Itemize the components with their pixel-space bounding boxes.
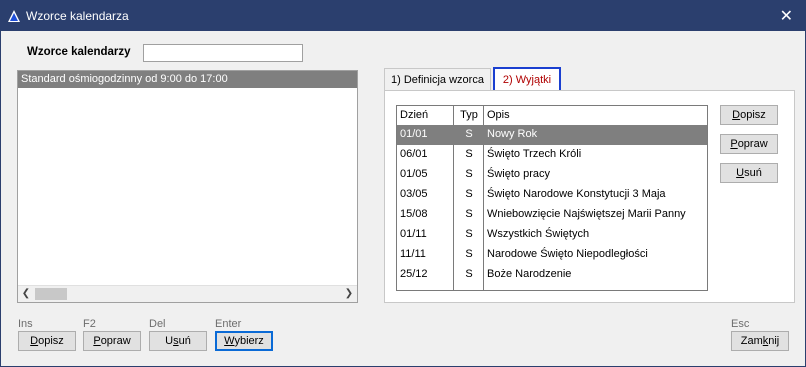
cell-description: Święto pracy — [487, 168, 550, 180]
exceptions-table[interactable]: Dzień Typ Opis 01/01 S Nowy Rok 06/01 S … — [396, 105, 708, 291]
cell-day: 15/08 — [400, 208, 428, 220]
add-exception-button[interactable]: Dopisz — [720, 105, 778, 125]
add-pattern-hotkey: D — [30, 335, 39, 347]
cell-type: S — [465, 188, 473, 200]
scrollbar-thumb[interactable] — [35, 288, 67, 300]
cell-type: S — [465, 268, 473, 280]
cell-description: Święto Trzech Króli — [487, 148, 582, 160]
select-pattern-hotkey: W — [224, 335, 235, 347]
delete-shortcut-hint: Del — [149, 318, 166, 330]
tab-exceptions[interactable]: 2) Wyjątki — [493, 67, 561, 92]
cell-day: 06/01 — [400, 148, 428, 160]
delete-exception-hotkey: U — [736, 167, 745, 179]
table-row[interactable]: 01/01 S Nowy Rok — [397, 125, 707, 145]
table-header: Dzień Typ Opis — [397, 106, 707, 125]
horizontal-scrollbar[interactable]: ❮ ❯ — [18, 285, 357, 302]
cell-description: Święto Narodowe Konstytucji 3 Maja — [487, 188, 666, 200]
cell-type: S — [465, 148, 473, 160]
table-row[interactable]: 06/01 S Święto Trzech Króli — [397, 145, 707, 165]
add-exception-label: opisz — [740, 109, 766, 121]
edit-shortcut-hint: F2 — [83, 318, 96, 330]
cell-type: S — [465, 228, 473, 240]
cell-day: 11/11 — [400, 248, 426, 260]
select-pattern-button[interactable]: Wybierz — [215, 331, 273, 351]
edit-pattern-hotkey: P — [93, 335, 101, 347]
table-row[interactable]: 11/11 S Narodowe Święto Niepodległości — [397, 245, 707, 265]
cell-day: 01/11 — [400, 228, 427, 240]
cell-description: Wniebowzięcie Najświętszej Marii Panny — [487, 208, 686, 220]
cell-description: Narodowe Święto Niepodległości — [487, 248, 648, 260]
edit-pattern-button[interactable]: Popraw — [83, 331, 141, 351]
close-label-start: Zam — [740, 335, 763, 347]
table-row[interactable]: 01/11 S Wszystkich Świętych — [397, 225, 707, 245]
table-row[interactable]: 03/05 S Święto Narodowe Konstytucji 3 Ma… — [397, 185, 707, 205]
close-icon[interactable]: ✕ — [780, 6, 793, 26]
cell-description: Wszystkich Świętych — [487, 228, 590, 240]
delete-pattern-label-start: U — [165, 335, 174, 347]
header-type[interactable]: Typ — [455, 106, 483, 125]
calendar-patterns-dialog: Wzorce kalendarza ✕ Wzorce kalendarzy St… — [0, 0, 806, 367]
scroll-left-icon[interactable]: ❮ — [19, 287, 33, 301]
header-description[interactable]: Opis — [487, 106, 707, 125]
cell-description: Nowy Rok — [487, 128, 538, 140]
cell-type: S — [465, 248, 473, 260]
edit-exception-hotkey: P — [730, 138, 738, 150]
patterns-search-input[interactable] — [143, 44, 303, 62]
add-pattern-label: opisz — [38, 335, 64, 347]
list-item[interactable]: Standard ośmiogodzinny od 9:00 do 17:00 — [18, 71, 357, 88]
edit-exception-label: opraw — [737, 138, 768, 150]
delete-pattern-button[interactable]: Usuń — [149, 331, 207, 351]
select-pattern-label: ybierz — [234, 335, 264, 347]
close-shortcut-hint: Esc — [731, 318, 750, 330]
edit-pattern-label: opraw — [100, 335, 131, 347]
close-label-end: nij — [768, 335, 780, 347]
cell-type: S — [465, 208, 473, 220]
cell-description: Boże Narodzenie — [487, 268, 572, 280]
add-pattern-button[interactable]: Dopisz — [18, 331, 76, 351]
cell-day: 25/12 — [400, 268, 428, 280]
cell-type: S — [465, 128, 473, 140]
edit-exception-button[interactable]: Popraw — [720, 134, 778, 154]
add-exception-hotkey: D — [732, 109, 741, 121]
close-button[interactable]: Zamknij — [731, 331, 789, 351]
window-title: Wzorce kalendarza — [26, 9, 129, 23]
cell-day: 03/05 — [400, 188, 428, 200]
cell-type: S — [465, 168, 473, 180]
title-bar: Wzorce kalendarza ✕ — [1, 1, 805, 31]
patterns-list[interactable]: Standard ośmiogodzinny od 9:00 do 17:00 … — [17, 70, 358, 303]
cell-day: 01/01 — [400, 128, 428, 140]
delete-pattern-label-end: uń — [178, 335, 191, 347]
tab-definition[interactable]: 1) Definicja wzorca — [384, 68, 491, 90]
scroll-right-icon[interactable]: ❯ — [342, 287, 356, 301]
header-day[interactable]: Dzień — [400, 106, 450, 125]
table-row[interactable]: 25/12 S Boże Narodzenie — [397, 265, 707, 285]
delete-exception-label: suń — [744, 167, 762, 179]
cell-day: 01/05 — [400, 168, 428, 180]
delete-exception-button[interactable]: Usuń — [720, 163, 778, 183]
add-shortcut-hint: Ins — [18, 318, 33, 330]
table-row[interactable]: 01/05 S Święto pracy — [397, 165, 707, 185]
select-shortcut-hint: Enter — [215, 318, 242, 330]
exceptions-panel: Dzień Typ Opis 01/01 S Nowy Rok 06/01 S … — [384, 90, 795, 303]
table-row[interactable]: 15/08 S Wniebowzięcie Najświętszej Marii… — [397, 205, 707, 225]
patterns-search-label: Wzorce kalendarzy — [27, 46, 131, 58]
app-logo-icon — [8, 10, 20, 22]
